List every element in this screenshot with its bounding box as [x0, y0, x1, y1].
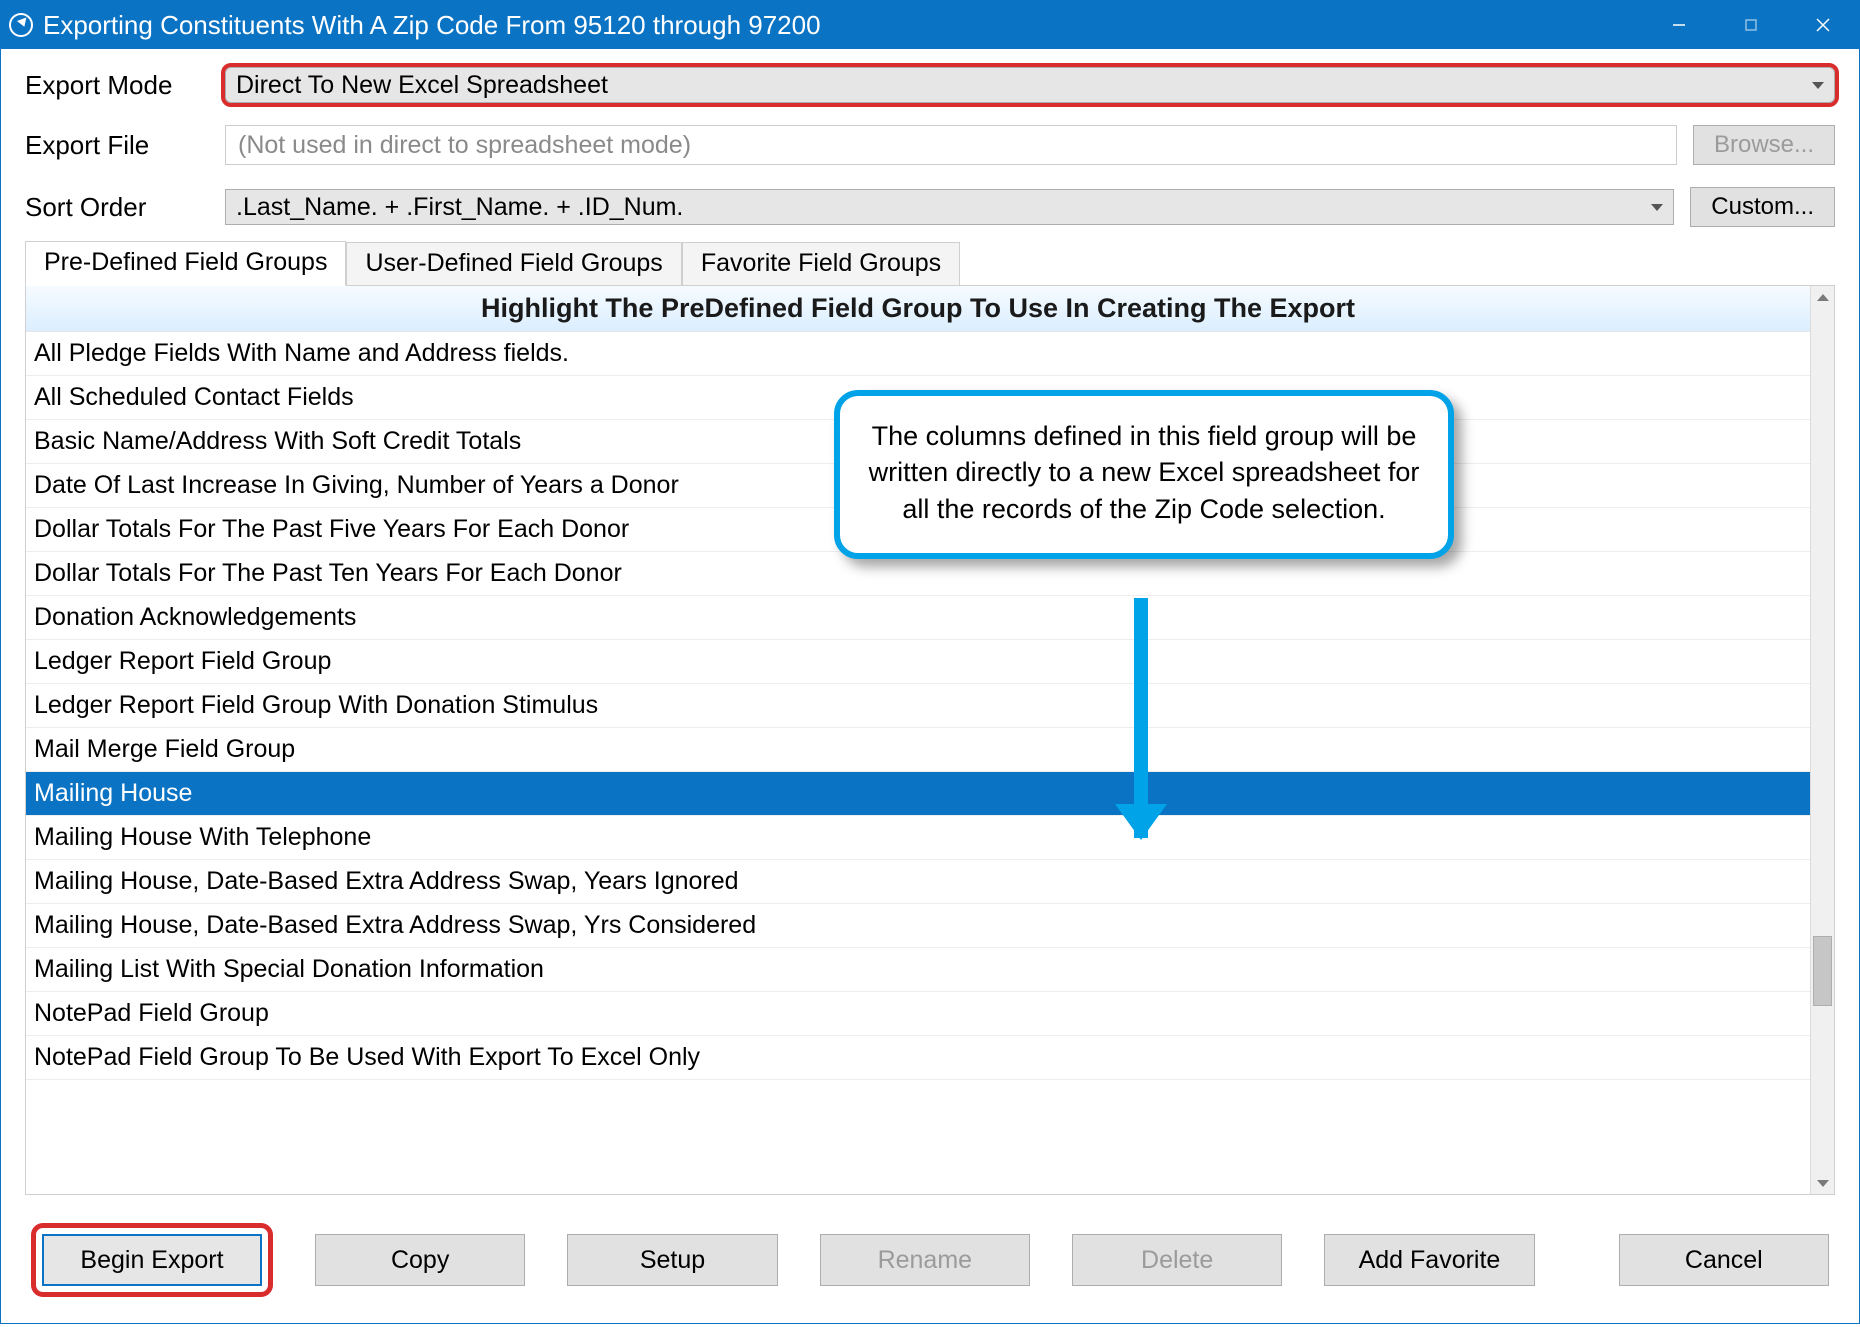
chevron-down-icon: [1651, 204, 1663, 211]
list-item[interactable]: Mailing House: [26, 772, 1810, 816]
sort-order-value: .Last_Name. + .First_Name. + .ID_Num.: [236, 193, 683, 222]
setup-button[interactable]: Setup: [567, 1234, 777, 1286]
minimize-button[interactable]: [1643, 1, 1715, 49]
copy-button[interactable]: Copy: [315, 1234, 525, 1286]
close-button[interactable]: [1787, 1, 1859, 49]
scroll-thumb[interactable]: [1813, 936, 1832, 1006]
export-file-input[interactable]: (Not used in direct to spreadsheet mode): [225, 125, 1677, 165]
rename-button[interactable]: Rename: [820, 1234, 1030, 1286]
tab-body: Highlight The PreDefined Field Group To …: [25, 285, 1835, 1195]
field-group-list-area: Highlight The PreDefined Field Group To …: [26, 286, 1810, 1194]
add-favorite-button[interactable]: Add Favorite: [1324, 1234, 1534, 1286]
list-item[interactable]: Mailing List With Special Donation Infor…: [26, 948, 1810, 992]
button-bar: Begin Export Copy Setup Rename Delete Ad…: [1, 1195, 1859, 1327]
export-mode-value: Direct To New Excel Spreadsheet: [236, 71, 608, 100]
sort-order-combo[interactable]: .Last_Name. + .First_Name. + .ID_Num.: [225, 189, 1674, 225]
list-item[interactable]: Mailing House With Telephone: [26, 816, 1810, 860]
list-item[interactable]: All Pledge Fields With Name and Address …: [26, 332, 1810, 376]
app-icon: [9, 13, 33, 37]
list-header: Highlight The PreDefined Field Group To …: [26, 286, 1810, 332]
export-file-label: Export File: [25, 130, 225, 161]
list-item[interactable]: Mailing House, Date-Based Extra Address …: [26, 860, 1810, 904]
delete-button[interactable]: Delete: [1072, 1234, 1282, 1286]
sort-order-label: Sort Order: [25, 192, 225, 223]
export-file-placeholder: (Not used in direct to spreadsheet mode): [238, 131, 691, 160]
tab-predefined[interactable]: Pre-Defined Field Groups: [25, 241, 346, 286]
maximize-button[interactable]: [1715, 1, 1787, 49]
list-item[interactable]: Donation Acknowledgements: [26, 596, 1810, 640]
titlebar: Exporting Constituents With A Zip Code F…: [1, 1, 1859, 49]
list-item[interactable]: Mailing House, Date-Based Extra Address …: [26, 904, 1810, 948]
window-title: Exporting Constituents With A Zip Code F…: [43, 10, 821, 41]
list-item[interactable]: NotePad Field Group To Be Used With Expo…: [26, 1036, 1810, 1080]
tabstrip: Pre-Defined Field Groups User-Defined Fi…: [25, 243, 1835, 285]
scroll-up-icon[interactable]: [1811, 286, 1834, 308]
export-mode-label: Export Mode: [25, 70, 225, 101]
tabs-area: Pre-Defined Field Groups User-Defined Fi…: [25, 243, 1835, 1195]
list-item[interactable]: Ledger Report Field Group With Donation …: [26, 684, 1810, 728]
scrollbar[interactable]: [1810, 286, 1834, 1194]
list-item[interactable]: NotePad Field Group: [26, 992, 1810, 1036]
list-item[interactable]: Mail Merge Field Group: [26, 728, 1810, 772]
scroll-down-icon[interactable]: [1811, 1172, 1834, 1194]
list-item[interactable]: Ledger Report Field Group: [26, 640, 1810, 684]
export-mode-combo[interactable]: Direct To New Excel Spreadsheet: [225, 67, 1835, 103]
begin-export-button[interactable]: Begin Export: [42, 1234, 262, 1286]
tab-favorite[interactable]: Favorite Field Groups: [682, 242, 960, 286]
help-callout: The columns defined in this field group …: [834, 390, 1454, 559]
chevron-down-icon: [1812, 82, 1824, 89]
custom-button[interactable]: Custom...: [1690, 187, 1835, 227]
form-area: Export Mode Direct To New Excel Spreadsh…: [1, 49, 1859, 243]
begin-export-highlight: Begin Export: [31, 1223, 273, 1297]
cancel-button[interactable]: Cancel: [1619, 1234, 1829, 1286]
callout-arrow-icon: [1134, 598, 1148, 838]
tab-userdefined[interactable]: User-Defined Field Groups: [346, 242, 681, 286]
browse-button[interactable]: Browse...: [1693, 125, 1835, 165]
